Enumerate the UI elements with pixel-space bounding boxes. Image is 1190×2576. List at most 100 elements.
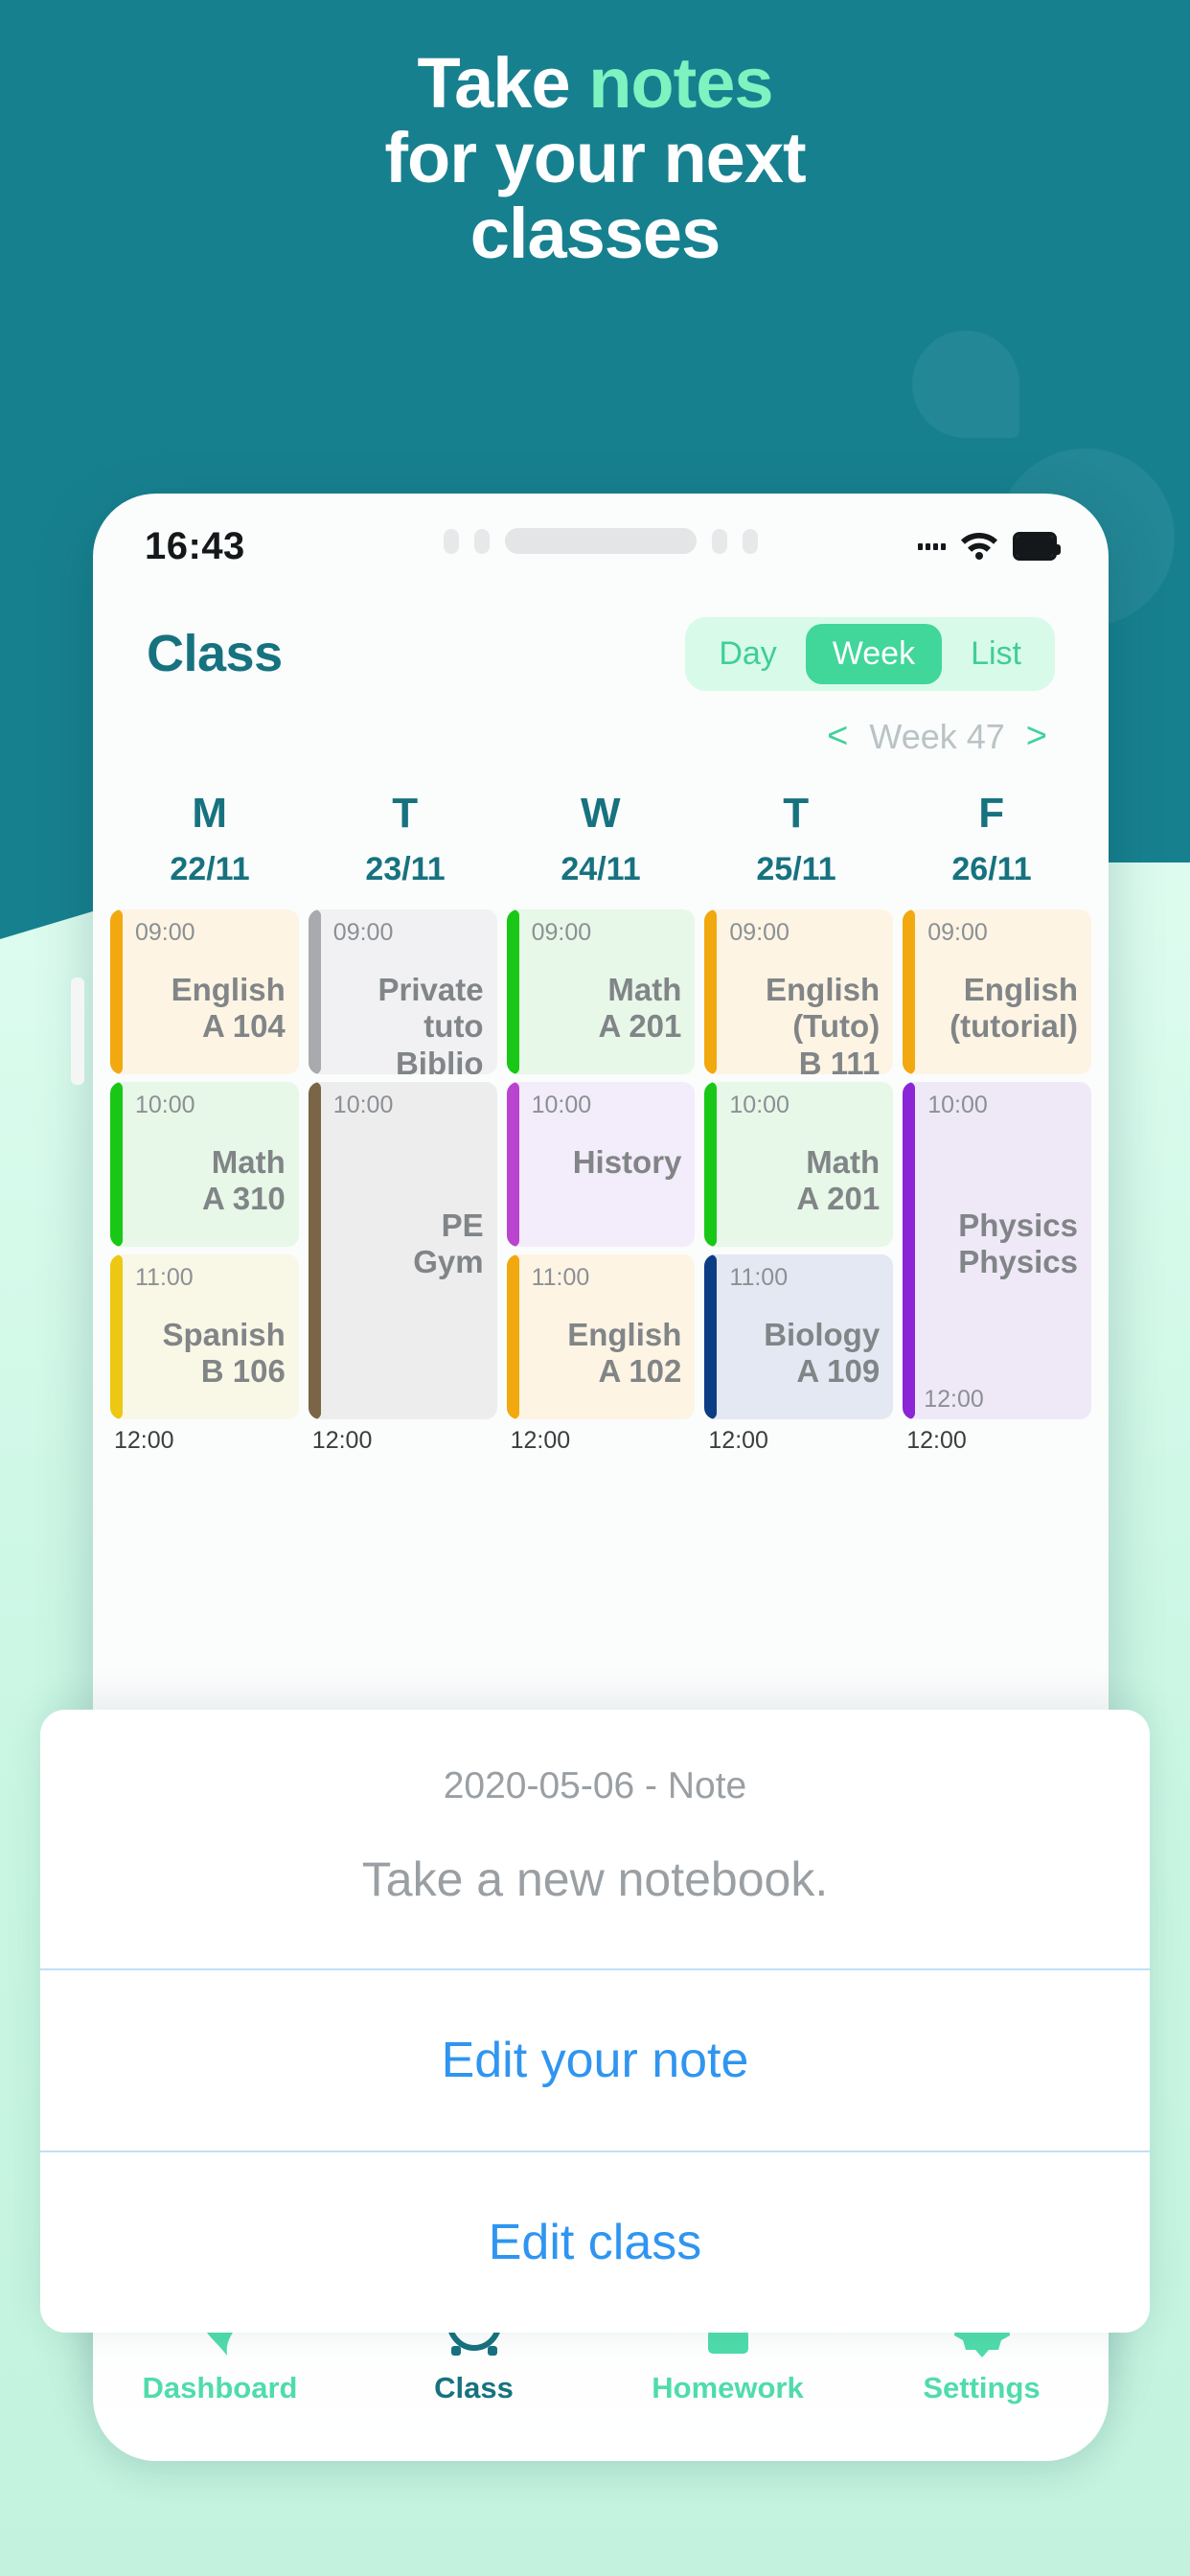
tab-day[interactable]: Day (692, 624, 803, 684)
tab-dashboard-label: Dashboard (142, 2371, 298, 2404)
calendar-column-4: 09:00 English (tutorial) 10:00 Physics Physi… (903, 909, 1091, 1454)
calendar-column-0: 09:00 English A 104 10:00 Math A 310 11:00 Span… (110, 909, 299, 1454)
action-sheet-header: 2020-05-06 - Note Take a new notebook. (40, 1710, 1150, 1968)
event-color-bar (506, 909, 519, 1074)
tab-week[interactable]: Week (805, 623, 943, 684)
event-color-bar (110, 1082, 123, 1247)
day-header-t-1[interactable]: T 23/11 (308, 790, 503, 888)
event-color-bar (704, 1082, 718, 1247)
calendar-grid[interactable]: 09:00 English A 104 10:00 Math A 310 11:00 Span… (93, 888, 1109, 1454)
wifi-icon (959, 529, 999, 564)
day-header-w-2[interactable]: W 24/11 (503, 790, 698, 888)
event-room: A 201 (796, 1181, 881, 1217)
tab-class-label: Class (434, 2371, 514, 2404)
event-title: Biology (764, 1317, 881, 1352)
chevron-right-icon[interactable]: > (1026, 716, 1047, 757)
event-room: Biblio (395, 1045, 484, 1074)
status-indicators (918, 529, 1061, 564)
calendar-event[interactable]: 10:00 Math A 310 (110, 1082, 299, 1247)
event-color-bar (506, 1082, 519, 1247)
event-start-time: 09:00 (729, 919, 790, 946)
event-body: Physics Physics (927, 1208, 1078, 1281)
notch-speaker-icon (505, 528, 697, 554)
chevron-left-icon[interactable]: < (827, 716, 848, 757)
event-body: English A 104 (135, 972, 286, 1046)
event-body: Private tuto Biblio (333, 972, 484, 1074)
event-title: English (Tuto) (766, 972, 881, 1045)
day-header-m-0[interactable]: M 22/11 (112, 790, 308, 888)
event-start-time: 09:00 (135, 919, 195, 946)
event-body: English A 102 (532, 1317, 682, 1391)
event-start-time: 10:00 (135, 1092, 195, 1118)
week-navigator: < Week 47 > (93, 691, 1109, 757)
event-body: Spanish B 106 (135, 1317, 286, 1391)
event-title: Math (806, 1144, 881, 1180)
event-start-time: 11:00 (531, 1264, 590, 1291)
notch-dot-icon (444, 528, 459, 554)
event-body: History (532, 1144, 682, 1181)
calendar-column-3: 09:00 English (Tuto) B 111 10:00 Math A 201 11… (704, 909, 894, 1454)
calendar-event[interactable]: 09:00 English A 104 (110, 909, 299, 1074)
calendar-event[interactable]: 11:00 English A 102 (506, 1254, 696, 1419)
day-header-row: M 22/11 T 23/11 W 24/11 T 25/11 F 26/11 (93, 757, 1109, 888)
calendar-event[interactable]: 11:00 Biology A 109 (704, 1254, 894, 1419)
battery-icon (1013, 532, 1061, 561)
day-letter: T (783, 790, 810, 837)
hero-line-3: classes (469, 193, 721, 273)
event-start-time: 11:00 (135, 1264, 194, 1291)
event-start-time: 09:00 (927, 919, 988, 946)
event-room: Physics (958, 1244, 1078, 1280)
promo-page: Take notes for your next classes 16:43 C… (0, 0, 1190, 2576)
calendar-event[interactable]: 09:00 Math A 201 (506, 909, 696, 1074)
day-header-f-4[interactable]: F 26/11 (894, 790, 1089, 888)
day-header-t-3[interactable]: T 25/11 (698, 790, 894, 888)
event-room: A 102 (598, 1353, 682, 1390)
edit-class-button[interactable]: Edit class (40, 2150, 1150, 2333)
event-color-bar (308, 1082, 321, 1419)
day-date: 23/11 (365, 851, 446, 887)
event-title: Spanish (162, 1317, 286, 1352)
calendar-event[interactable]: 11:00 Spanish B 106 (110, 1254, 299, 1419)
event-body: English (tutorial) (927, 972, 1078, 1046)
day-date: 22/11 (170, 851, 250, 887)
event-start-time: 11:00 (729, 1264, 789, 1291)
event-color-bar (903, 1082, 916, 1419)
event-room: A 310 (201, 1181, 286, 1217)
day-date: 26/11 (951, 851, 1032, 887)
event-room: A 104 (201, 1008, 286, 1045)
day-date: 25/11 (756, 851, 836, 887)
edit-note-button[interactable]: Edit your note (40, 1968, 1150, 2150)
event-title: Math (211, 1144, 286, 1180)
event-room: A 109 (796, 1353, 881, 1390)
event-start-time: 09:00 (332, 919, 394, 946)
calendar-event[interactable]: 10:00 History (506, 1082, 696, 1247)
calendar-event[interactable]: 09:00 English (Tuto) B 111 (704, 909, 894, 1074)
event-body: Math A 201 (729, 1144, 880, 1218)
view-mode-segmented-control[interactable]: Day Week List (685, 616, 1055, 691)
calendar-column-2: 09:00 Math A 201 10:00 History 11:00 English A … (506, 909, 696, 1454)
notch-dot-icon (474, 528, 490, 554)
phone-side-button[interactable] (71, 978, 84, 1085)
tab-list[interactable]: List (944, 624, 1048, 684)
calendar-column-1: 09:00 Private tuto Biblio 10:00 PE Gym 12:00 (308, 909, 497, 1454)
signal-bars-icon (918, 542, 946, 550)
status-bar: 16:43 (93, 494, 1109, 599)
calendar-event[interactable]: 10:00 Physics Physics 12:00 (903, 1082, 1091, 1419)
event-title: PE (441, 1208, 484, 1243)
event-body: PE Gym (333, 1208, 484, 1281)
notch-group (444, 528, 758, 554)
calendar-event[interactable]: 09:00 Private tuto Biblio (308, 909, 497, 1074)
action-sheet-title: 2020-05-06 - Note (443, 1765, 747, 1806)
calendar-event[interactable]: 10:00 PE Gym (308, 1082, 497, 1419)
calendar-event[interactable]: 09:00 English (tutorial) (903, 909, 1091, 1074)
tab-settings-label: Settings (923, 2371, 1041, 2404)
event-body: Biology A 109 (729, 1317, 880, 1391)
calendar-event[interactable]: 10:00 Math A 201 (704, 1082, 894, 1247)
app-header: Class Day Week List (93, 599, 1109, 691)
event-room: Gym (413, 1244, 484, 1280)
event-color-bar (308, 909, 321, 1074)
event-title: Physics (958, 1208, 1078, 1243)
day-letter: T (392, 790, 419, 837)
event-body: English (Tuto) B 111 (729, 972, 880, 1074)
event-title: English (tutorial) (950, 972, 1078, 1045)
